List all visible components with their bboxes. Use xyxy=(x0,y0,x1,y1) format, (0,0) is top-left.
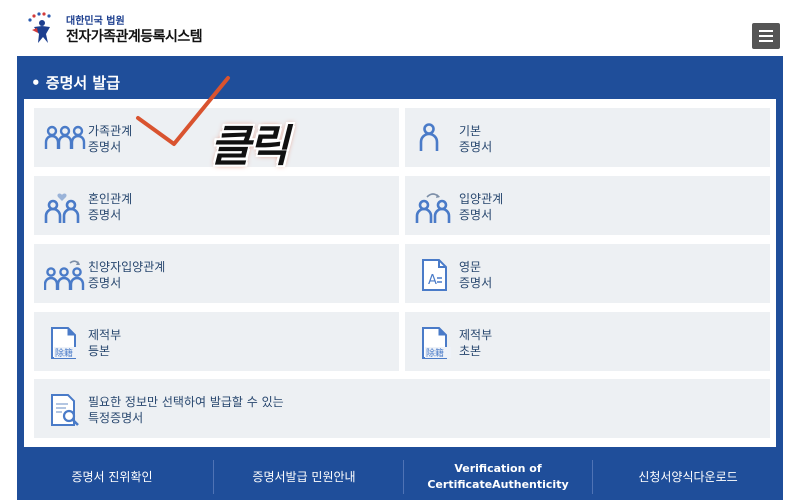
authenticity-verification-link[interactable]: Verification of CertificateAuthenticity xyxy=(403,454,593,500)
card-label: 입양관계 증명서 xyxy=(459,192,504,222)
issue-guide-link[interactable]: 증명서발급 민원안내 xyxy=(209,454,399,500)
svg-text:除籍: 除籍 xyxy=(426,347,444,359)
document-search-icon xyxy=(51,394,79,426)
card-label: 제적부 초본 xyxy=(459,328,493,358)
family-icon xyxy=(44,125,86,149)
click-annotation: 클릭 xyxy=(210,121,289,172)
marriage-relation-certificate-card[interactable]: 혼인관계 증명서 xyxy=(34,176,399,235)
site-name[interactable]: 전자가족관계등록시스템 xyxy=(66,26,203,46)
full-adoption-relation-certificate-card[interactable]: 친양자입양관계 증명서 xyxy=(34,244,399,303)
removed-register-transcript-card[interactable]: 除籍 제적부 등본 xyxy=(34,312,399,371)
person-icon xyxy=(419,123,439,151)
card-label: 제적부 등본 xyxy=(88,328,122,358)
card-label: 영문 증명서 xyxy=(459,260,493,290)
site-header: 대한민국 법원 전자가족관계등록시스템 xyxy=(0,0,800,56)
form-download-link[interactable]: 신청서양식다운로드 xyxy=(593,454,783,500)
card-label: 혼인관계 증명서 xyxy=(88,192,133,222)
footer-bar: 증명서 진위확인 증명서발급 민원안내 Verification of Cert… xyxy=(17,454,783,500)
panel-title: • 증명서 발급 xyxy=(31,74,121,92)
court-logo-icon[interactable] xyxy=(24,10,60,46)
removed-register-extract-card[interactable]: 除籍 제적부 초본 xyxy=(405,312,770,371)
card-label: 기본 증명서 xyxy=(459,124,493,154)
basic-certificate-card[interactable]: 기본 증명서 xyxy=(405,108,770,167)
removed-register-icon: 除籍 xyxy=(51,327,80,359)
full-adoption-icon xyxy=(44,260,85,290)
svg-text:除籍: 除籍 xyxy=(55,347,73,359)
marriage-icon xyxy=(44,193,80,223)
removed-register-icon: 除籍 xyxy=(422,327,451,359)
english-certificate-card[interactable]: A 영문 증명서 xyxy=(405,244,770,303)
certificate-card-grid: 가족관계 증명서 기본 증명서 혼인관계 증명서 입양관계 증명서 친양자입양관… xyxy=(24,99,776,447)
adoption-icon xyxy=(415,193,451,223)
court-name: 대한민국 법원 xyxy=(66,16,125,27)
specific-certificate-card[interactable]: 필요한 정보만 선택하여 발급할 수 있는 특정증명서 xyxy=(34,379,770,438)
adoption-relation-certificate-card[interactable]: 입양관계 증명서 xyxy=(405,176,770,235)
english-document-icon: A xyxy=(422,259,447,291)
card-label: 친양자입양관계 증명서 xyxy=(88,260,166,290)
hamburger-menu-icon[interactable] xyxy=(752,23,780,49)
certificate-issue-panel: • 증명서 발급 가족관계 증명서 기본 증명서 혼인관계 증명서 입양관계 증… xyxy=(17,56,783,454)
card-label: 필요한 정보만 선택하여 발급할 수 있는 특정증명서 xyxy=(88,395,284,425)
svg-text:A: A xyxy=(428,273,437,288)
certificate-verification-link[interactable]: 증명서 진위확인 xyxy=(17,454,207,500)
card-label: 가족관계 증명서 xyxy=(88,124,133,154)
